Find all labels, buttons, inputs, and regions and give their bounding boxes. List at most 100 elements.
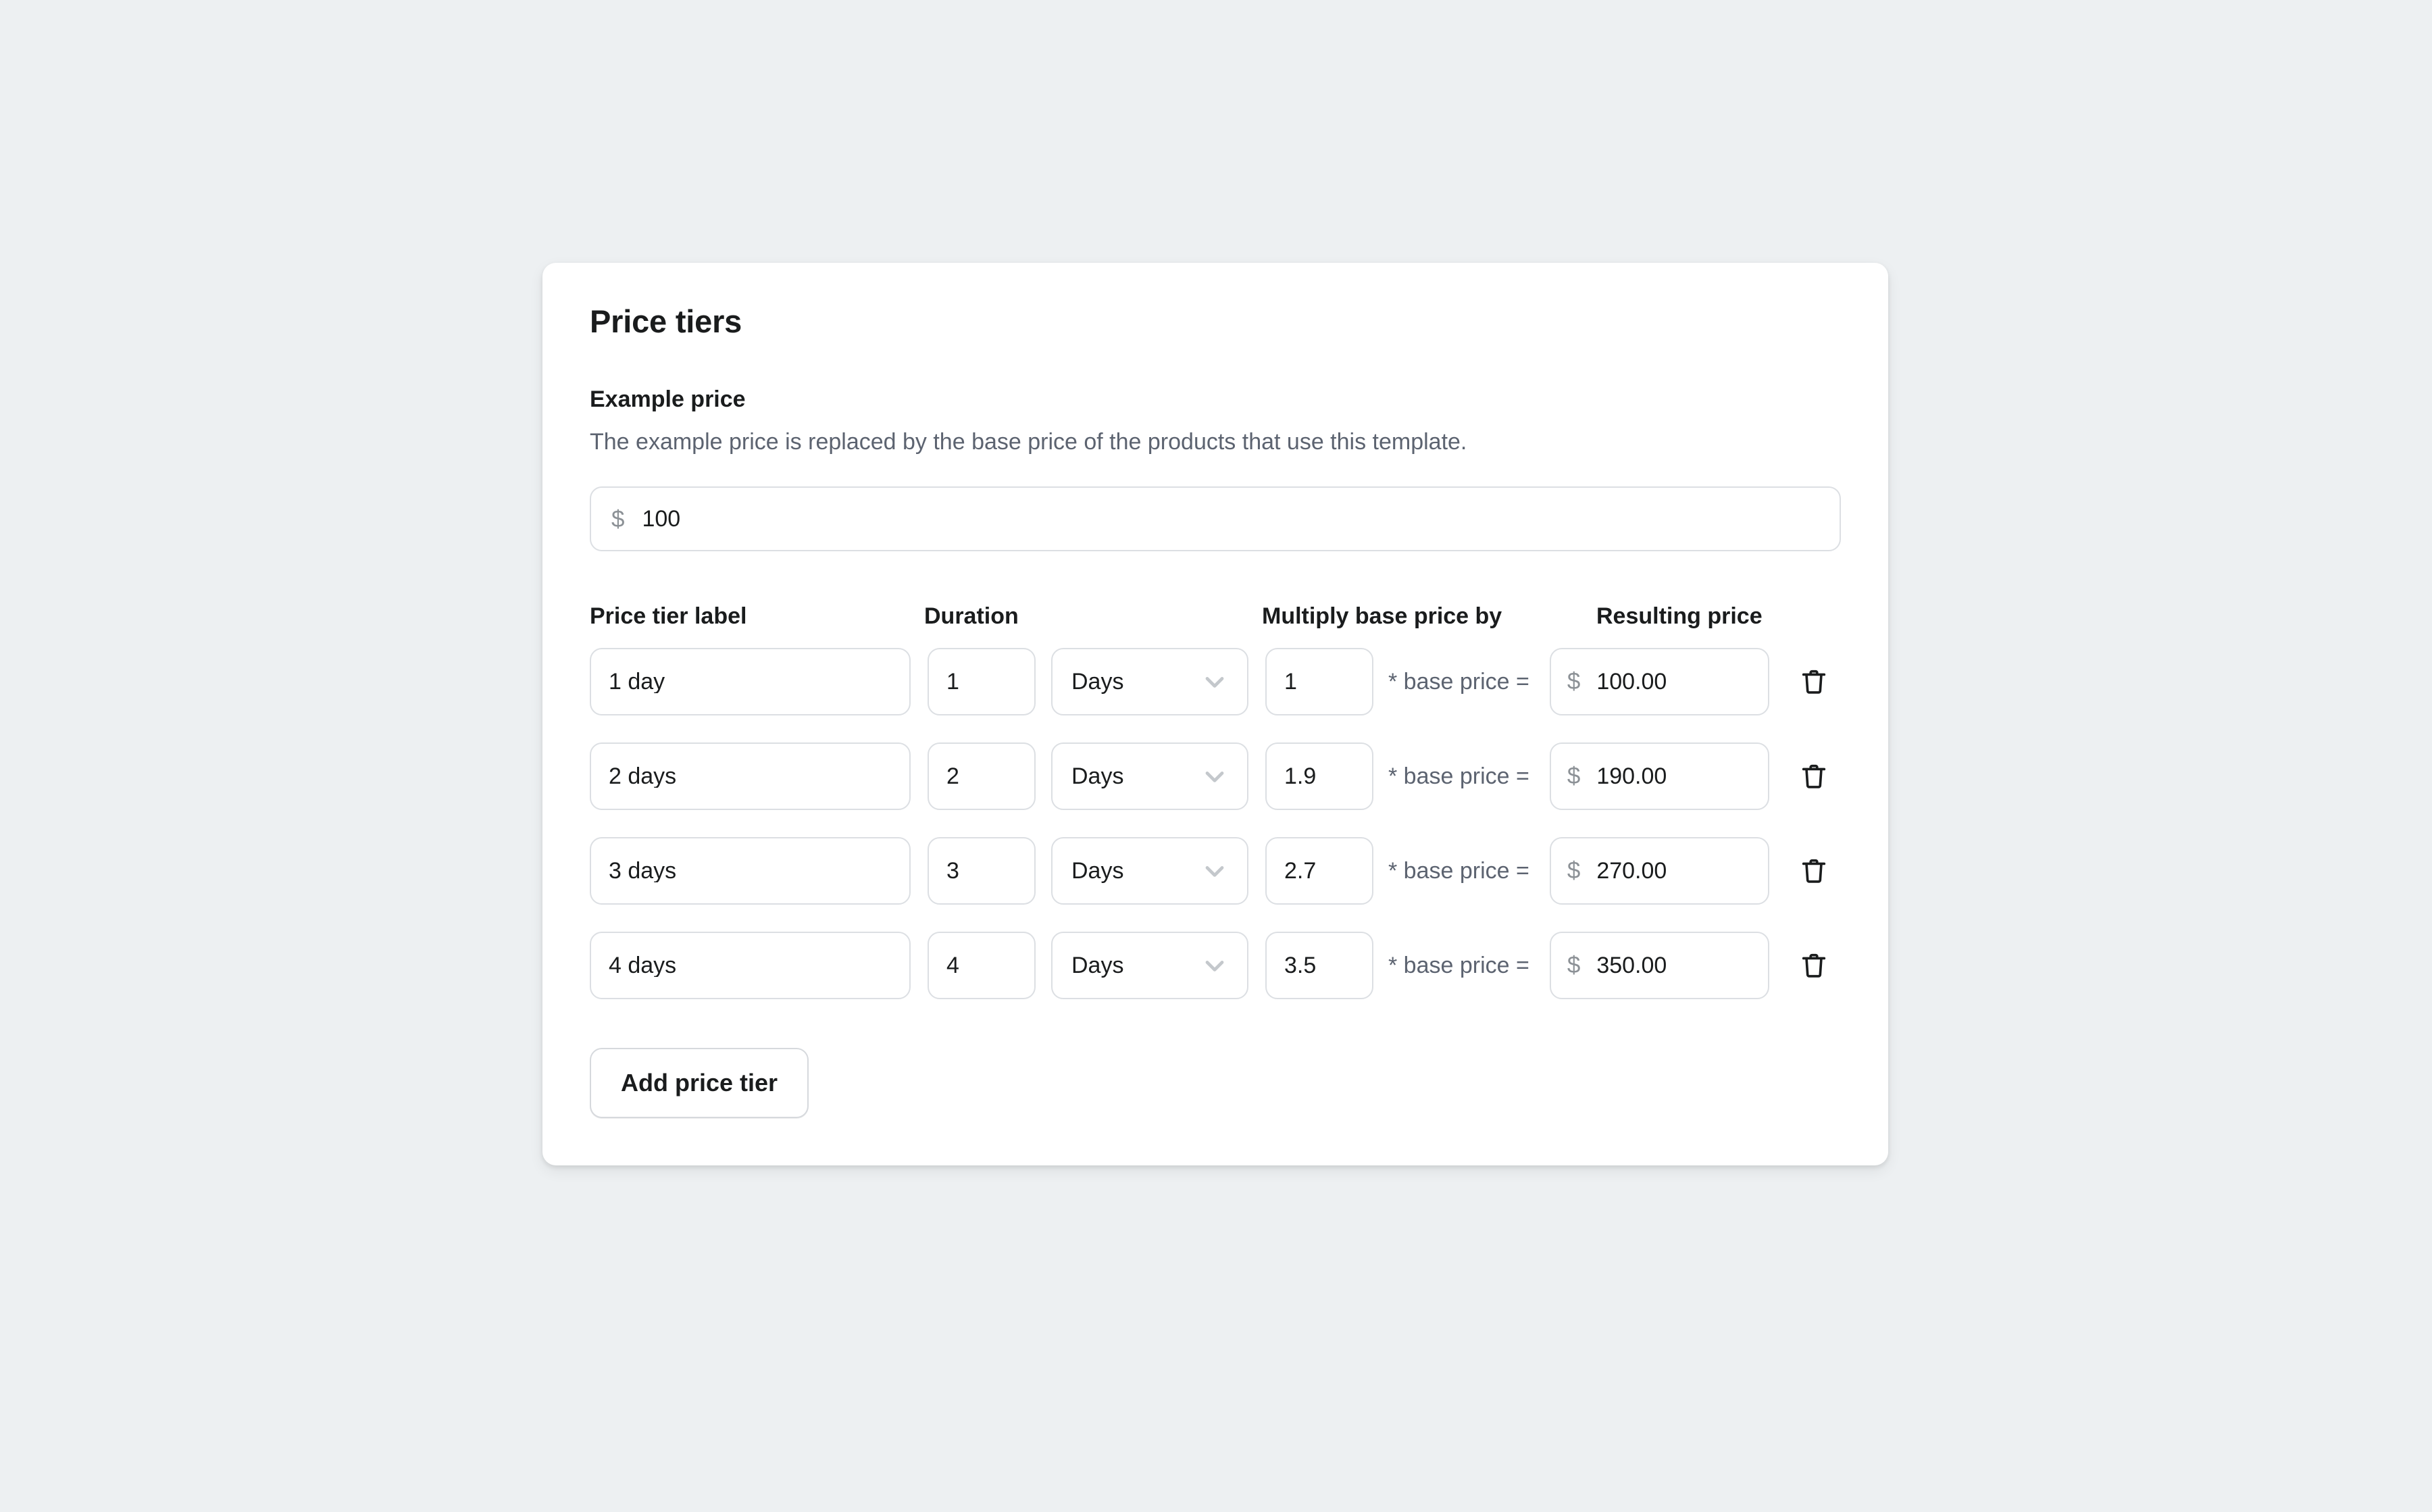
- resulting-price-input[interactable]: $ 190.00: [1549, 742, 1769, 810]
- table-body: 1 day 1 Days 1 * base price = $ 100.00 2…: [590, 647, 1841, 999]
- duration-unit-select[interactable]: Days: [1051, 836, 1248, 905]
- duration-unit-value: Days: [1071, 857, 1124, 884]
- table-header-row: Price tier label Duration Multiply base …: [590, 603, 1841, 630]
- chevron-down-icon: [1200, 761, 1230, 791]
- multiplier-input[interactable]: 2.7: [1265, 836, 1373, 905]
- price-tiers-card: Price tiers Example price The example pr…: [542, 263, 1888, 1165]
- table-row: 4 days 4 Days 3.5 * base price = $ 350.0…: [590, 931, 1841, 999]
- multiplier-input[interactable]: 1: [1265, 647, 1373, 715]
- example-price-input[interactable]: $ 100: [590, 486, 1841, 552]
- currency-icon: $: [1567, 857, 1581, 884]
- example-price-help-text: The example price is replaced by the bas…: [590, 428, 1467, 455]
- tier-label-input[interactable]: 2 days: [590, 742, 911, 810]
- trash-icon: [1798, 855, 1829, 886]
- trash-icon: [1798, 761, 1829, 792]
- multiplier-value: 1: [1284, 670, 1297, 693]
- multiplier-input[interactable]: 1.9: [1265, 742, 1373, 810]
- resulting-price-value: 100.00: [1596, 670, 1667, 693]
- formula-cell: * base price =: [1373, 765, 1529, 788]
- chevron-down-icon: [1200, 667, 1230, 697]
- resulting-price-value: 350.00: [1596, 953, 1667, 977]
- currency-icon: $: [1567, 952, 1581, 979]
- duration-unit-cell: Days: [1051, 836, 1248, 905]
- multiplier-cell: 3.5: [1265, 931, 1373, 999]
- duration-unit-value: Days: [1071, 668, 1124, 695]
- column-header-resulting-price: Resulting price: [1596, 603, 1763, 630]
- column-header-price-tier-label: Price tier label: [590, 603, 747, 630]
- tier-label-value: 4 days: [609, 953, 677, 977]
- duration-input[interactable]: 3: [928, 836, 1036, 905]
- duration-cell: 2: [928, 742, 1036, 810]
- currency-icon: $: [611, 505, 625, 532]
- multiplier-cell: 2.7: [1265, 836, 1373, 905]
- tier-label-cell: 2 days: [590, 742, 911, 810]
- formula-text: * base price =: [1388, 668, 1529, 695]
- page-root: Price tiers Example price The example pr…: [0, 0, 2432, 1512]
- trash-icon: [1798, 950, 1829, 981]
- multiplier-value: 1.9: [1284, 764, 1317, 788]
- duration-value: 1: [946, 670, 959, 693]
- duration-unit-select[interactable]: Days: [1051, 647, 1248, 715]
- delete-cell: [1790, 752, 1838, 801]
- tier-label-cell: 4 days: [590, 931, 911, 999]
- resulting-price-cell: $ 100.00: [1549, 647, 1769, 715]
- duration-cell: 4: [928, 931, 1036, 999]
- duration-unit-cell: Days: [1051, 742, 1248, 810]
- formula-text: * base price =: [1388, 763, 1529, 789]
- multiplier-input[interactable]: 3.5: [1265, 931, 1373, 999]
- price-tiers-table: Price tier label Duration Multiply base …: [590, 603, 1841, 999]
- resulting-price-cell: $ 270.00: [1549, 836, 1769, 905]
- chevron-down-icon: [1200, 951, 1230, 980]
- duration-unit-select[interactable]: Days: [1051, 742, 1248, 810]
- duration-cell: 3: [928, 836, 1036, 905]
- duration-unit-value: Days: [1071, 952, 1124, 978]
- duration-value: 4: [946, 953, 959, 977]
- multiplier-value: 3.5: [1284, 953, 1317, 977]
- multiplier-value: 2.7: [1284, 859, 1317, 882]
- table-row: 1 day 1 Days 1 * base price = $ 100.00: [590, 647, 1841, 715]
- example-price-value: 100: [642, 507, 681, 531]
- column-header-duration: Duration: [924, 603, 1019, 630]
- duration-cell: 1: [928, 647, 1036, 715]
- formula-text: * base price =: [1388, 952, 1529, 978]
- duration-unit-cell: Days: [1051, 647, 1248, 715]
- chevron-down-icon: [1200, 856, 1230, 886]
- delete-tier-button[interactable]: [1790, 847, 1838, 895]
- tier-label-cell: 1 day: [590, 647, 911, 715]
- duration-unit-select[interactable]: Days: [1051, 931, 1248, 999]
- duration-unit-value: Days: [1071, 763, 1124, 789]
- delete-tier-button[interactable]: [1790, 752, 1838, 801]
- resulting-price-input[interactable]: $ 270.00: [1549, 836, 1769, 905]
- example-price-label: Example price: [590, 386, 746, 413]
- table-row: 3 days 3 Days 2.7 * base price = $ 270.0…: [590, 836, 1841, 905]
- currency-icon: $: [1567, 668, 1581, 695]
- table-row: 2 days 2 Days 1.9 * base price = $ 190.0…: [590, 742, 1841, 810]
- duration-unit-cell: Days: [1051, 931, 1248, 999]
- formula-cell: * base price =: [1373, 670, 1529, 693]
- resulting-price-input[interactable]: $ 350.00: [1549, 931, 1769, 999]
- page-title: Price tiers: [590, 303, 742, 339]
- formula-text: * base price =: [1388, 857, 1529, 884]
- multiplier-cell: 1: [1265, 647, 1373, 715]
- delete-tier-button[interactable]: [1790, 941, 1838, 990]
- add-price-tier-button[interactable]: Add price tier: [590, 1047, 809, 1118]
- tier-label-input[interactable]: 3 days: [590, 836, 911, 905]
- tier-label-input[interactable]: 1 day: [590, 647, 911, 715]
- tier-label-value: 3 days: [609, 859, 677, 882]
- duration-value: 3: [946, 859, 959, 882]
- resulting-price-value: 270.00: [1596, 859, 1667, 882]
- delete-tier-button[interactable]: [1790, 657, 1838, 706]
- trash-icon: [1798, 666, 1829, 697]
- delete-cell: [1790, 847, 1838, 895]
- duration-value: 2: [946, 764, 959, 788]
- formula-cell: * base price =: [1373, 954, 1529, 977]
- delete-cell: [1790, 657, 1838, 706]
- currency-icon: $: [1567, 763, 1581, 790]
- resulting-price-cell: $ 190.00: [1549, 742, 1769, 810]
- resulting-price-input[interactable]: $ 100.00: [1549, 647, 1769, 715]
- duration-input[interactable]: 4: [928, 931, 1036, 999]
- duration-input[interactable]: 2: [928, 742, 1036, 810]
- tier-label-value: 1 day: [609, 670, 665, 693]
- tier-label-input[interactable]: 4 days: [590, 931, 911, 999]
- duration-input[interactable]: 1: [928, 647, 1036, 715]
